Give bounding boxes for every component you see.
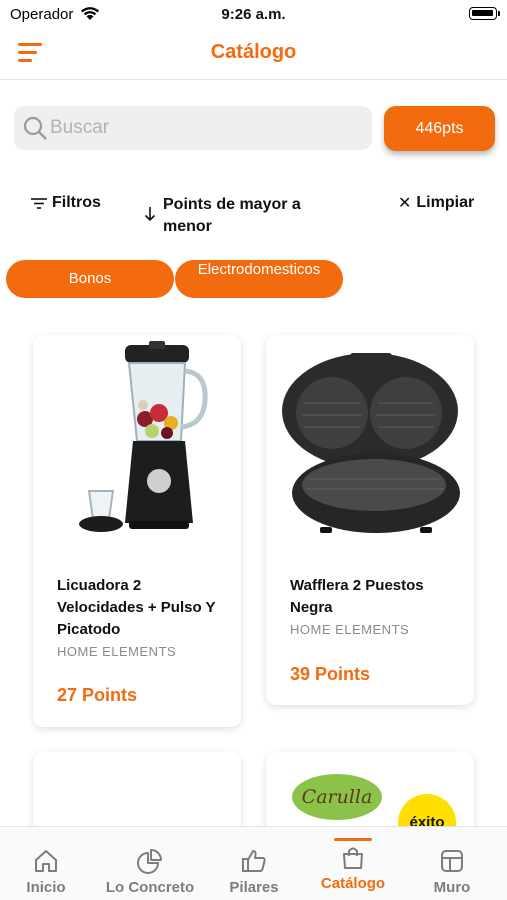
category-chip-bonos[interactable]: Bonos — [6, 260, 174, 298]
tab-muro[interactable]: Muro — [414, 827, 490, 900]
layout-icon — [441, 850, 463, 872]
tab-label: Pilares — [229, 879, 279, 896]
sort-button[interactable]: Points de mayor a menor — [143, 194, 343, 238]
nav-bar: Catálogo — [0, 28, 507, 80]
active-tab-indicator — [334, 838, 372, 841]
product-points: 27 Points — [57, 685, 138, 705]
tab-label: Catálogo — [320, 875, 386, 892]
search-input[interactable] — [50, 106, 360, 150]
clear-filters-button[interactable]: ✕ Limpiar — [398, 192, 474, 214]
filters-button[interactable]: Filtros — [30, 192, 101, 214]
sort-label: Points de mayor a menor — [163, 196, 301, 235]
search-box[interactable] — [14, 106, 372, 150]
filter-icon — [31, 198, 47, 209]
product-brand: HOME ELEMENTS — [57, 644, 177, 659]
waffle-maker-product-image — [282, 353, 460, 533]
close-icon: ✕ — [398, 195, 412, 212]
battery-icon — [469, 7, 500, 20]
product-brand: HOME ELEMENTS — [290, 622, 410, 637]
arrow-down-icon — [144, 207, 156, 222]
tab-pilares[interactable]: Pilares — [216, 827, 292, 900]
clock: 9:26 a.m. — [221, 6, 286, 23]
product-points: 39 Points — [290, 664, 371, 684]
tab-bar: Inicio Lo Concreto Pilares Catálogo Muro — [0, 826, 507, 900]
filters-label: Filtros — [52, 194, 101, 211]
search-icon — [23, 116, 47, 140]
shopping-bag-icon — [343, 847, 363, 869]
thumbs-up-icon — [242, 850, 266, 872]
product-card[interactable]: Licuadora 2 Velocidades + Pulso Y Picato… — [33, 335, 241, 727]
points-balance-button[interactable]: 446pts — [384, 106, 495, 151]
product-card[interactable]: Wafflera 2 Puestos Negra HOME ELEMENTS 3… — [266, 335, 474, 705]
page-title: Catálogo — [210, 41, 297, 63]
status-bar: Operador 9:26 a.m. — [0, 0, 507, 28]
clear-label: Limpiar — [416, 194, 475, 211]
category-chip-electrodomesticos[interactable]: Electrodomesticos — [175, 260, 343, 298]
carulla-logo: Carulla — [292, 774, 382, 820]
pie-chart-icon — [137, 849, 162, 874]
tab-label: Inicio — [26, 879, 66, 896]
tab-catalogo[interactable]: Catálogo — [306, 827, 400, 900]
blender-product-image — [79, 341, 208, 532]
product-name: Licuadora 2 Velocidades + Pulso Y Picato… — [57, 577, 216, 638]
tab-label: Muro — [433, 879, 471, 896]
tab-label: Lo Concreto — [105, 879, 195, 896]
tab-lo-concreto[interactable]: Lo Concreto — [96, 827, 204, 900]
tab-inicio[interactable]: Inicio — [8, 827, 84, 900]
product-name: Wafflera 2 Puestos Negra — [290, 577, 424, 616]
home-icon — [35, 850, 57, 872]
